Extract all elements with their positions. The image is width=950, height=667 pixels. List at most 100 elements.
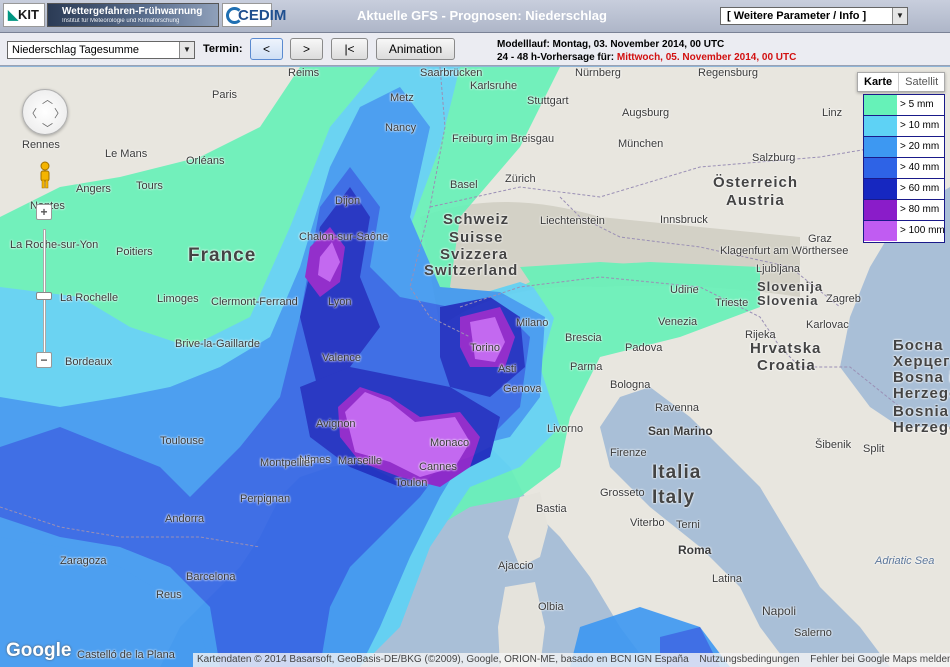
page-title: Aktuelle GFS - Prognosen: Niederschlag [357, 8, 607, 23]
city-label: Rennes [22, 139, 60, 151]
city-label: Stuttgart [527, 95, 569, 107]
city-label: Karlovac [806, 319, 849, 331]
label-bih-3: Bosna i [893, 369, 950, 386]
previous-button[interactable]: < [250, 38, 283, 60]
zoom-in-button[interactable]: + [36, 204, 52, 220]
pegman-icon[interactable] [37, 161, 53, 189]
city-label: Brive-la-Gaillarde [175, 338, 260, 350]
city-label: Firenze [610, 447, 647, 459]
termin-label: Termin: [203, 43, 243, 55]
city-label: Zagreb [826, 293, 861, 305]
city-label: Parma [570, 361, 603, 373]
google-logo[interactable]: Google [6, 640, 71, 662]
city-label: Le Mans [105, 148, 148, 160]
animation-button[interactable]: Animation [376, 38, 455, 60]
city-label: Perpignan [240, 493, 291, 505]
cedim-logo-text: CEDIM [238, 7, 287, 24]
zoom-out-button[interactable]: − [36, 352, 52, 368]
model-run-info: Modelllauf: Montag, 03. November 2014, 0… [497, 38, 796, 64]
city-label: Freiburg im Breisgau [452, 133, 555, 145]
model-run-text: Modelllauf: Montag, 03. November 2014, 0… [497, 39, 725, 50]
cedim-logo[interactable]: CEDIM [222, 3, 286, 27]
legend-swatch [864, 221, 897, 241]
city-label: Andorra [165, 513, 205, 525]
city-label: Roma [678, 543, 712, 557]
city-label: München [618, 138, 664, 150]
city-label: Torino [470, 342, 500, 354]
pan-right-icon[interactable]: 〉 [54, 105, 65, 121]
legend-swatch [864, 116, 897, 136]
label-switzerland: Switzerland [424, 262, 519, 279]
precipitation-legend: > 5 mm > 10 mm > 20 mm > 40 mm > 60 mm > 80 m… [863, 94, 945, 243]
city-label: Venezia [658, 316, 698, 328]
city-label: Genova [503, 383, 542, 395]
city-label: Graz [808, 233, 832, 245]
next-button[interactable]: > [290, 38, 323, 60]
city-label: Karlsruhe [470, 80, 518, 92]
first-button[interactable]: |< [331, 38, 368, 60]
kit-logo-text: KIT [18, 7, 39, 22]
pan-left-icon[interactable]: 〈 [26, 105, 37, 121]
zoom-slider-handle[interactable] [36, 292, 52, 300]
city-label: Brescia [565, 332, 602, 344]
legend-row: > 10 mm [864, 116, 944, 137]
city-label: Latina [712, 573, 742, 585]
city-label: Bologna [610, 379, 651, 391]
legend-label: > 100 mm [900, 225, 945, 236]
city-label: Napoli [762, 604, 797, 618]
city-label: Nancy [385, 122, 417, 134]
legend-swatch [864, 200, 897, 220]
parameter-select[interactable]: [ Weitere Parameter / Info ] ▼ [720, 7, 908, 25]
city-label: La Roche-sur-Yon [10, 239, 99, 251]
city-label: Zaragoza [60, 555, 107, 567]
forecast-date: Mittwoch, 05. November 2014, 00 UTC [616, 52, 797, 63]
pan-control[interactable]: ︿ ﹀ 〈 〉 [22, 89, 68, 135]
city-label: Toulouse [160, 435, 205, 447]
label-bih-1: Босна [893, 337, 944, 354]
city-label: Avignon [316, 418, 356, 430]
precipitation-map[interactable]: France Schweiz Suisse Svizzera Switzerla… [0, 67, 950, 667]
kit-logo[interactable]: ◣KIT [3, 3, 45, 27]
city-label: Monaco [430, 437, 470, 449]
label-italia: Italia [652, 462, 702, 483]
pan-up-icon[interactable]: ︿ [42, 91, 53, 107]
city-label: La Rochelle [60, 292, 119, 304]
label-italy: Italy [652, 487, 696, 508]
legend-swatch [864, 179, 897, 199]
city-label: Innsbruck [660, 214, 708, 226]
legend-swatch [864, 137, 897, 157]
city-label: Rijeka [745, 329, 776, 341]
city-label: Paris [212, 89, 238, 101]
legend-row: > 5 mm [864, 95, 944, 116]
product-select[interactable]: Niederschlag Tagesumme ▼ [7, 41, 195, 59]
terms-link[interactable]: Nutzungsbedingungen [699, 654, 799, 665]
label-slovenia: Slovenia [757, 293, 819, 308]
city-label: Ravenna [655, 402, 700, 414]
city-label: Regensburg [698, 67, 758, 79]
chevron-down-icon: ▼ [892, 8, 907, 24]
label-bih-2: Херцегов [893, 353, 950, 370]
label-svizzera: Svizzera [440, 246, 509, 263]
wettergefahren-logo[interactable]: Wettergefahren-Frühwarnung Institut für … [47, 3, 219, 27]
label-schweiz: Schweiz [443, 211, 510, 228]
pan-down-icon[interactable]: ﹀ [42, 120, 53, 136]
city-label: Zürich [505, 173, 536, 185]
city-label: Terni [676, 519, 700, 531]
city-label: Salzburg [752, 152, 796, 164]
legend-label: > 80 mm [900, 204, 940, 215]
legend-row: > 100 mm [864, 221, 945, 242]
legend-label: > 60 mm [900, 183, 940, 194]
city-label: Clermont-Ferrand [211, 296, 298, 308]
map-type-karte[interactable]: Karte [858, 73, 900, 91]
city-label: Saarbrücken [420, 67, 483, 79]
city-label: Olbia [538, 601, 564, 613]
legend-row: > 20 mm [864, 137, 944, 158]
city-label: Tours [136, 180, 163, 192]
label-croatia: Croatia [757, 357, 816, 374]
report-error-link[interactable]: Fehler bei Google Maps melden [810, 654, 950, 665]
map-type-control[interactable]: Karte Satellit [857, 72, 946, 92]
map-type-satellit[interactable]: Satellit [899, 73, 944, 91]
city-label: Valence [322, 352, 361, 364]
city-label: Montpellier [260, 457, 314, 469]
wfw-logo-subtitle: Institut für Meteorologie und Klimaforsc… [62, 18, 180, 24]
